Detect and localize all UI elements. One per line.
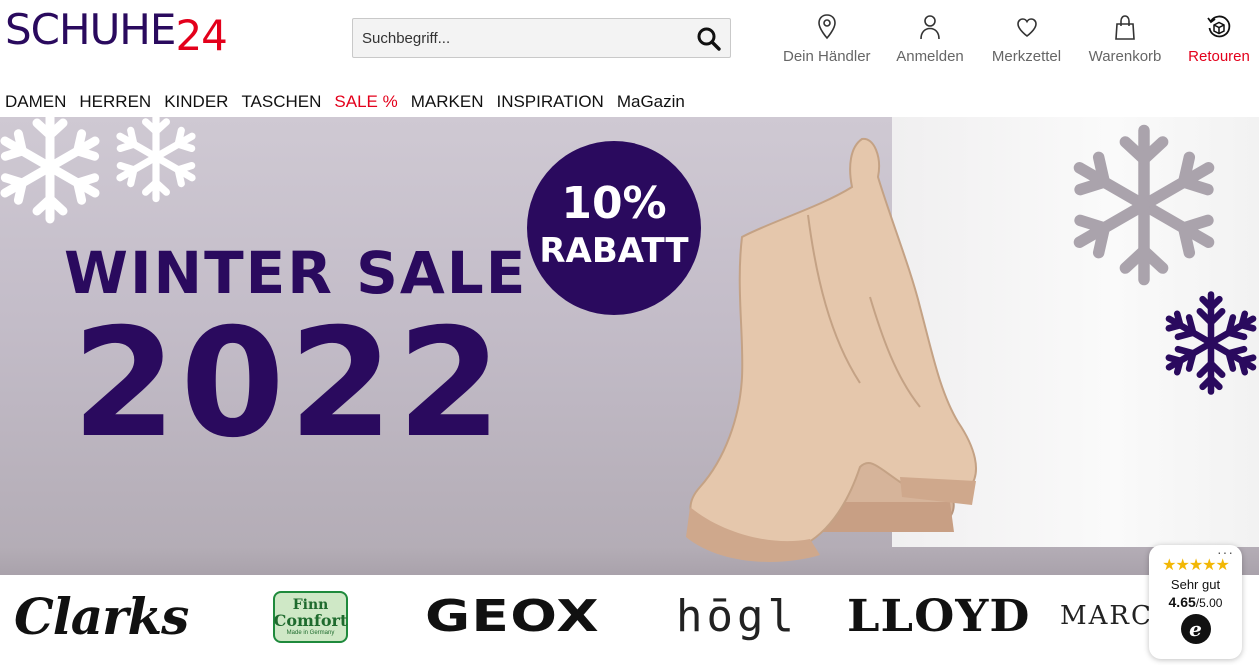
nav-item-magazin[interactable]: MaGazin <box>617 88 685 116</box>
snowflake-icon <box>1073 124 1215 286</box>
search-button[interactable] <box>696 26 722 52</box>
user-icon <box>920 15 940 40</box>
return-box-icon <box>1207 15 1231 38</box>
nav-item-marken[interactable]: MARKEN <box>411 88 484 116</box>
site-logo[interactable]: SCHUHE24 <box>5 4 228 60</box>
hero-banner[interactable]: WINTER SALE 2022 10% RABATT <box>0 117 1259 575</box>
rating-value: 4.65 <box>1168 594 1196 610</box>
cart-label: Warenkorb <box>1088 48 1162 65</box>
nav-item-sale[interactable]: SALE % <box>334 88 397 116</box>
trust-rating-widget[interactable]: ··· ★★★★★ Sehr gut 4.65/5.00 e <box>1149 544 1242 659</box>
header: SCHUHE24 Dein Händler Anmelden <box>0 0 1259 82</box>
snowflake-icon <box>116 117 196 203</box>
finn-logo-line2: Comfort <box>273 610 348 630</box>
cart-link[interactable]: Warenkorb <box>1088 14 1162 65</box>
brand-logo-hogl[interactable]: hōgl <box>676 585 798 647</box>
search-icon <box>697 27 721 51</box>
nav-item-taschen[interactable]: TASCHEN <box>241 88 321 116</box>
nav-item-inspiration[interactable]: INSPIRATION <box>496 88 603 116</box>
returns-label: Retouren <box>1188 48 1250 65</box>
login-label: Anmelden <box>896 48 964 65</box>
discount-percent: 10% <box>561 178 667 229</box>
brand-logo-finn-comfort[interactable]: Finn Comfort Made in Germany <box>273 591 348 643</box>
search-bar <box>352 18 731 58</box>
rating-score: 4.65/5.00 <box>1149 594 1242 610</box>
more-options-icon[interactable]: ··· <box>1217 544 1234 560</box>
search-input[interactable] <box>353 19 683 57</box>
wishlist-link[interactable]: Merkzettel <box>991 14 1062 65</box>
logo-text: SCHUHE <box>5 5 176 54</box>
logo-number: 24 <box>175 11 227 60</box>
wishlist-label: Merkzettel <box>991 48 1062 65</box>
nav-item-damen[interactable]: DAMEN <box>5 88 66 116</box>
returns-link[interactable]: Retouren <box>1188 14 1250 65</box>
finn-logo-line1: Finn <box>292 596 329 613</box>
main-navigation: DAMEN HERREN KINDER TASCHEN SALE % MARKE… <box>0 88 693 116</box>
shopping-bag-icon <box>1115 15 1135 40</box>
nav-item-kinder[interactable]: KINDER <box>164 88 228 116</box>
brand-logo-lloyd[interactable]: LLOYD <box>847 585 1031 647</box>
snowflake-icon <box>1165 291 1257 395</box>
heart-icon <box>1016 18 1037 37</box>
trust-logo-icon: e <box>1180 614 1211 644</box>
snowflake-icon <box>0 117 100 224</box>
rating-max: /5.00 <box>1195 596 1223 610</box>
discount-badge: 10% RABATT <box>527 141 701 315</box>
brand-logo-strip: Clarks Finn Comfort Made in Germany GEOX… <box>0 575 1259 665</box>
dealer-link[interactable]: Dein Händler <box>783 14 871 65</box>
login-link[interactable]: Anmelden <box>896 14 964 65</box>
finn-logo-line3: Made in Germany <box>286 629 335 636</box>
nav-item-herren[interactable]: HERREN <box>79 88 151 116</box>
location-pin-icon <box>817 14 836 40</box>
brand-logo-clarks[interactable]: Clarks <box>14 585 189 647</box>
discount-label: RABATT <box>539 231 689 271</box>
dealer-label: Dein Händler <box>783 48 871 65</box>
rating-text: Sehr gut <box>1170 577 1221 592</box>
brand-logo-geox[interactable]: GEOX <box>425 585 600 647</box>
hero-year: 2022 <box>72 297 506 471</box>
